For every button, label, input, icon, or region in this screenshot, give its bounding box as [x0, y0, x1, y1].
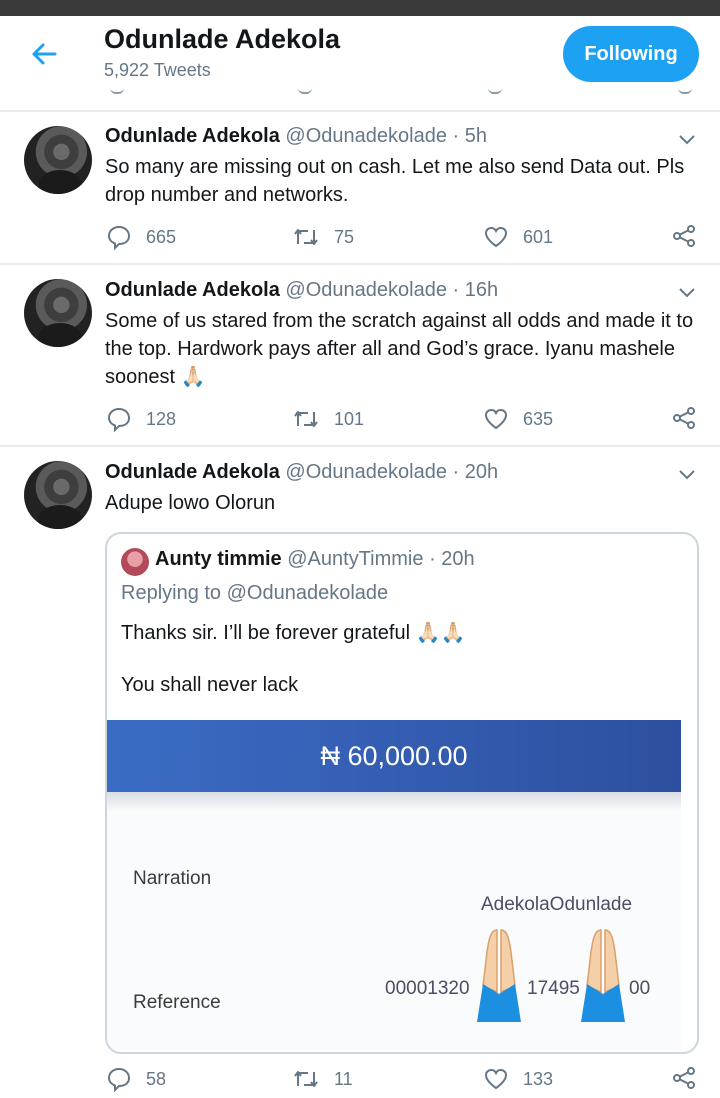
arrow-left-icon[interactable] [28, 38, 60, 70]
share-button[interactable] [672, 406, 710, 430]
receipt-amount: ₦ 60,000.00 [107, 720, 681, 792]
divider [0, 110, 720, 112]
like-count: 601 [523, 226, 554, 247]
reply-button[interactable]: 58 [106, 1066, 166, 1092]
author-handle[interactable]: @Odunadekolade [285, 125, 447, 147]
quoted-avatar[interactable] [121, 548, 149, 576]
chevron-down-icon[interactable] [678, 283, 696, 301]
narration-value: AdekolaOdunlade [481, 894, 633, 915]
tweet-count: 5,922 Tweets [104, 60, 211, 80]
retweet-button[interactable]: 75 [292, 224, 354, 250]
retweet-icon [294, 411, 318, 427]
retweet-icon [294, 229, 318, 245]
like-count: 635 [523, 408, 554, 429]
quoted-tweet-time: · 20h [429, 548, 475, 570]
tweet-text: Some of us stared from the scratch again… [105, 310, 694, 388]
following-button[interactable]: Following [563, 26, 699, 82]
author-name[interactable]: Odunlade Adekola [105, 125, 280, 147]
heart-icon [484, 226, 508, 248]
share-icon [673, 1067, 695, 1089]
reply-count: 665 [146, 226, 177, 247]
avatar[interactable] [24, 279, 92, 347]
like-button[interactable]: 601 [483, 224, 553, 250]
like-count: 133 [523, 1068, 554, 1089]
retweet-count: 11 [334, 1068, 353, 1089]
replying-to-prefix: Replying to [121, 582, 227, 604]
avatar[interactable] [24, 461, 92, 529]
author-name[interactable]: Odunlade Adekola [105, 279, 280, 301]
speech-bubble-icon [107, 225, 131, 250]
retweet-button[interactable]: 101 [292, 406, 364, 432]
share-button[interactable] [672, 1066, 710, 1090]
tweet-text: Adupe lowo Olorun [105, 492, 276, 514]
tweet-time: · 20h [452, 461, 499, 483]
retweet-button[interactable]: 11 [292, 1066, 353, 1092]
avatar[interactable] [24, 126, 92, 194]
quoted-tweet[interactable]: Aunty timmie @AuntyTimmie · 20h Replying… [105, 532, 699, 1054]
tweet-header: Odunlade Adekola @Odunadekolade · 20h [105, 461, 498, 484]
tweet-header: Odunlade Adekola @Odunadekolade · 5h [105, 125, 487, 148]
author-handle[interactable]: @Odunadekolade [285, 279, 447, 301]
profile-header: Odunlade Adekola 5,922 Tweets Following [0, 16, 720, 88]
share-button[interactable] [672, 224, 710, 248]
narration-label: Narration [133, 868, 212, 889]
share-icon [673, 225, 695, 247]
reference-label: Reference [133, 992, 221, 1013]
divider [0, 445, 720, 447]
receipt-shadow [107, 792, 681, 812]
like-button[interactable]: 635 [483, 406, 553, 432]
praying-hands-icon [477, 929, 521, 1022]
heart-icon [484, 408, 508, 430]
quoted-tweet-text-2: You shall never lack [121, 674, 299, 696]
reply-button[interactable]: 128 [106, 406, 176, 432]
profile-name: Odunlade Adekola [104, 24, 341, 54]
retweet-count: 75 [334, 226, 355, 247]
retweet-icon [294, 1071, 318, 1087]
heart-icon [484, 1068, 508, 1090]
chevron-down-icon[interactable] [678, 130, 696, 148]
reply-count: 128 [146, 408, 177, 429]
reply-count: 58 [146, 1068, 167, 1089]
reply-button[interactable]: 665 [106, 224, 176, 250]
praying-hands-icon [581, 929, 625, 1022]
author-name[interactable]: Odunlade Adekola [105, 461, 280, 483]
replying-to-handle[interactable]: @Odunadekolade [227, 582, 389, 604]
speech-bubble-icon [107, 407, 131, 432]
share-icon [673, 407, 695, 429]
divider [0, 263, 720, 265]
status-bar [0, 0, 720, 16]
replying-to: Replying to @Odunadekolade [121, 582, 388, 605]
tweet-time: · 16h [452, 279, 499, 301]
tweet-text: So many are missing out on cash. Let me … [105, 156, 685, 206]
tweet-time: · 5h [452, 125, 487, 147]
transfer-receipt-image[interactable]: ₦ 60,000.00 Narration AdekolaOdunlade Re… [107, 720, 681, 1050]
retweet-count: 101 [334, 408, 365, 429]
tweet-header: Odunlade Adekola @Odunadekolade · 16h [105, 279, 498, 302]
quoted-tweet-header: Aunty timmie @AuntyTimmie · 20h [155, 548, 475, 571]
speech-bubble-icon [107, 1067, 131, 1092]
like-button[interactable]: 133 [483, 1066, 553, 1092]
quoted-tweet-text: Thanks sir. I’ll be forever grateful 🙏🏻🙏… [121, 622, 466, 644]
quoted-author-name[interactable]: Aunty timmie [155, 548, 282, 570]
previous-tweet-actions-fragment [0, 88, 720, 108]
quoted-author-handle[interactable]: @AuntyTimmie [287, 548, 423, 570]
chevron-down-icon[interactable] [678, 465, 696, 483]
author-handle[interactable]: @Odunadekolade [285, 461, 447, 483]
